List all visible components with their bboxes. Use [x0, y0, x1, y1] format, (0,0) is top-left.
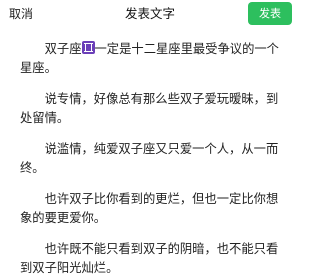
- publish-text-screen: 取消 发表文字 发表 双子座 一定是十二星座里最受争议的一个星座。 说专情，好像总…: [0, 0, 300, 278]
- post-paragraph-2: 说专情，好像总有那么些双子爱玩暧昧，到处留情。: [20, 92, 279, 125]
- post-paragraph-4: 也许双子比你看到的更烂，但也一定比你想象的要更爱你。: [20, 192, 279, 225]
- post-paragraph-5: 也许既不能只看到双子的阴暗，也不能只看到双子阳光灿烂。: [20, 242, 279, 275]
- publish-button[interactable]: 发表: [248, 2, 292, 25]
- post-paragraph-1-start: 双子座: [44, 42, 82, 56]
- gemini-icon: [81, 41, 95, 54]
- post-text-area[interactable]: 双子座 一定是十二星座里最受争议的一个星座。 说专情，好像总有那么些双子爱玩暧昧，…: [20, 40, 282, 278]
- nav-bar: 取消 发表文字 发表: [0, 0, 300, 28]
- post-paragraph-3: 说滥情，纯爱双子座又只爱一个人，从一而终。: [20, 142, 279, 175]
- post-paragraph-1: 双子座 一定是十二星座里最受争议的一个星座。: [20, 40, 282, 78]
